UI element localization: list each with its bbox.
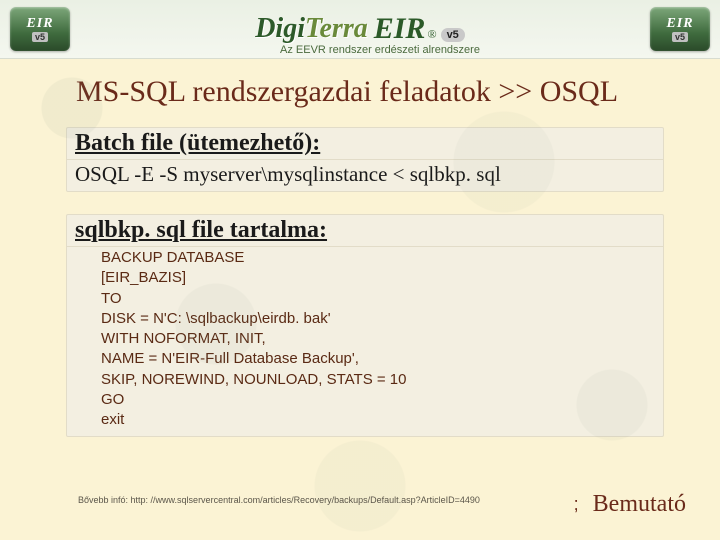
footer-label: Bemutató [593,491,686,518]
pencil-icon: ; [574,494,579,515]
footer-right: ; Bemutató [574,491,686,518]
box-sql-file: sqlbkp. sql file tartalma: BACKUP DATABA… [66,214,664,437]
header-subtitle: Az EEVR rendszer erdészeti alrendszere [280,44,480,56]
box-command-line: OSQL -E -S myserver\mysqlinstance < sqlb… [67,160,663,191]
logo-center-wordmark: DigiTerra [255,13,368,45]
sql-code-block: BACKUP DATABASE [EIR_BAZIS] TO DISK = N'… [67,247,663,430]
page-title: MS-SQL rendszergazdai feladatok >> OSQL [76,75,720,109]
logo-small-text: EIR [26,16,53,32]
box-heading: sqlbkp. sql file tartalma: [67,215,663,247]
logo-small-right: EIR v5 [650,7,710,51]
logo-small-text: EIR [666,16,693,32]
logo-small-version: v5 [672,32,688,42]
footer-reference: Bővebb infó: http: //www.sqlservercentra… [78,495,480,505]
logo-small-version: v5 [32,32,48,42]
logo-small-left: EIR v5 [10,7,70,51]
logo-center-badge: EIR ® v5 [374,12,465,46]
logo-center: DigiTerra EIR ® v5 [255,12,465,46]
box-heading: Batch file (ütemezhető): [67,128,663,160]
app-header: EIR v5 DigiTerra EIR ® v5 EIR v5 Az EEVR… [0,0,720,59]
box-batch-file: Batch file (ütemezhető): OSQL -E -S myse… [66,127,664,192]
